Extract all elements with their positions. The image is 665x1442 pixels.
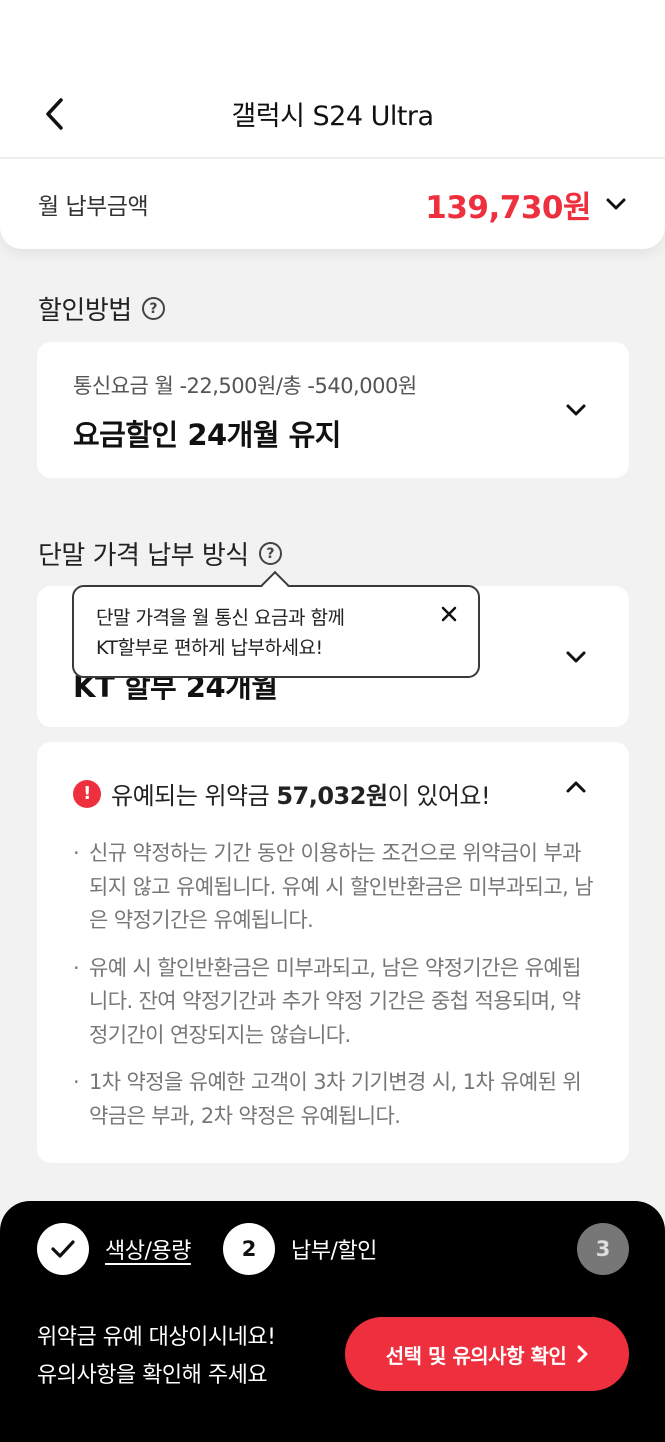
- discount-section-label: 할인방법: [38, 296, 132, 326]
- step-2: 2 납부/할인: [223, 1223, 377, 1275]
- help-icon[interactable]: ?: [141, 297, 165, 320]
- monthly-payment-bar: 월 납부금액 139,730원: [0, 159, 665, 249]
- step-3-circle: 3: [577, 1223, 629, 1275]
- step-1-circle: [37, 1223, 89, 1275]
- chevron-down-icon: [606, 198, 626, 210]
- chevron-right-icon: [577, 1345, 588, 1363]
- monthly-payment-amount: 139,730원: [425, 189, 591, 226]
- chevron-down-icon: [566, 651, 586, 662]
- app-header: 갤럭시 S24 Ultra: [0, 70, 665, 158]
- tooltip-text: 단말 가격을 월 통신 요금과 함께 KT할부로 편하게 납부하세요!: [96, 607, 345, 659]
- confirm-selection-button[interactable]: 선택 및 유의사항 확인: [345, 1317, 629, 1391]
- monthly-payment-toggle[interactable]: 139,730원: [425, 182, 627, 227]
- penalty-prefix: 유예되는 위약금: [111, 782, 277, 810]
- chevron-down-icon: [566, 404, 586, 416]
- confirm-selection-label: 선택 및 유의사항 확인: [385, 1343, 567, 1368]
- chevron-left-icon: [46, 98, 63, 130]
- step-1[interactable]: 색상/용량: [37, 1223, 191, 1275]
- alert-icon: !: [73, 779, 101, 808]
- monthly-payment-label: 월 납부금액: [38, 194, 149, 220]
- close-icon[interactable]: [438, 603, 460, 625]
- list-item: 1차 약정을 유예한 고객이 3차 기기변경 시, 1차 유예된 위약금은 부과…: [73, 1066, 593, 1133]
- penalty-heading: ! 유예되는 위약금 57,032원이 있어요!: [73, 776, 593, 811]
- page-title: 갤럭시 S24 Ultra: [231, 101, 434, 132]
- deferral-message-line2: 유의사항을 확인해 주세요: [37, 1363, 268, 1388]
- list-item: 신규 약정하는 기간 동안 이용하는 조건으로 위약금이 부과되지 않고 유예됩…: [73, 837, 594, 938]
- installment-tooltip: 단말 가격을 월 통신 요금과 함께 KT할부로 편하게 납부하세요!: [72, 570, 480, 678]
- penalty-notes-list: 신규 약정하는 기간 동안 이용하는 조건으로 위약금이 부과되지 않고 유예됩…: [73, 837, 594, 1133]
- deferral-message: 위약금 유예 대상이시네요! 유의사항을 확인해 주세요: [37, 1319, 276, 1395]
- back-button[interactable]: [30, 92, 78, 136]
- discount-method-select[interactable]: 통신요금 월 -22,500원/총 -540,000원 요금할인 24개월 유지: [37, 342, 629, 478]
- penalty-deferral-card: ! 유예되는 위약금 57,032원이 있어요! 신규 약정하는 기간 동안 이…: [37, 742, 629, 1163]
- penalty-heading-text: 유예되는 위약금 57,032원이 있어요!: [111, 776, 491, 811]
- discount-section-title: 할인방법 ?: [38, 290, 165, 327]
- discount-sub-text: 통신요금 월 -22,500원/총 -540,000원: [73, 374, 417, 398]
- help-icon[interactable]: ?: [258, 542, 282, 565]
- list-item: 유예 시 할인반환금은 미부과되고, 남은 약정기간은 유예됩니다. 잔여 약정…: [73, 952, 593, 1053]
- installment-section-label: 단말 가격 납부 방식: [38, 541, 249, 571]
- tooltip-arrow: [260, 570, 290, 600]
- step-2-circle: 2: [223, 1223, 275, 1275]
- discount-selected-value: 요금할인 24개월 유지: [73, 418, 342, 452]
- status-bar-area: [0, 0, 665, 70]
- deferral-message-line1: 위약금 유예 대상이시네요!: [37, 1325, 276, 1350]
- step-1-label: 색상/용량: [105, 1239, 191, 1264]
- step-2-label: 납부/할인: [291, 1239, 377, 1264]
- penalty-suffix: 이 있어요!: [387, 782, 491, 810]
- chevron-up-icon[interactable]: [565, 780, 587, 794]
- penalty-amount: 57,032원: [276, 782, 388, 810]
- installment-section-title: 단말 가격 납부 방식 ?: [38, 535, 282, 572]
- bottom-action-panel: 색상/용량 2 납부/할인 3 위약금 유예 대상이시네요! 유의사항을 확인해…: [0, 1201, 665, 1442]
- check-icon: [51, 1240, 75, 1258]
